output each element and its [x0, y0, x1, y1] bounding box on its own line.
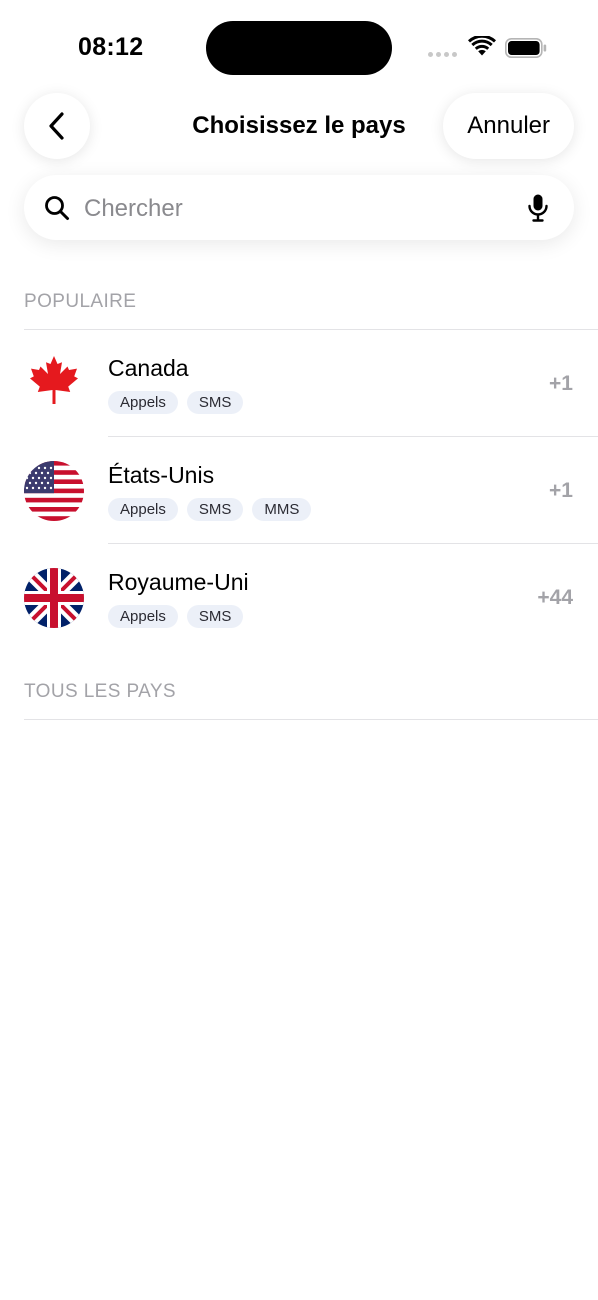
navigation-header: Choisissez le pays Annuler — [0, 93, 598, 159]
search-input[interactable] — [82, 189, 506, 229]
canada-flag-icon — [30, 356, 78, 404]
service-badge: Appels — [108, 391, 178, 414]
service-badge: Appels — [108, 605, 178, 628]
battery-full-icon — [505, 38, 547, 58]
section-header-all-countries: TOUS LES PAYS — [24, 681, 176, 702]
service-badge: SMS — [186, 391, 244, 414]
service-badge: SMS — [186, 605, 244, 628]
dynamic-island — [206, 21, 392, 75]
country-name: Royaume-Uni — [108, 569, 249, 595]
magnifier-icon — [45, 196, 69, 220]
service-badges: Appels SMS — [108, 605, 244, 628]
dial-code: +1 — [549, 372, 573, 395]
country-row-canada[interactable]: Canada Appels SMS +1 — [0, 330, 598, 437]
dial-code: +1 — [549, 479, 573, 502]
status-bar: 08:12 — [0, 0, 598, 90]
signal-dots-icon — [428, 52, 457, 57]
uk-flag-icon — [24, 568, 84, 628]
section-header-popular: POPULAIRE — [24, 291, 137, 312]
status-time: 08:12 — [78, 33, 144, 61]
wifi-icon — [468, 36, 496, 56]
service-badge: Appels — [108, 498, 178, 521]
service-badges: Appels SMS — [108, 391, 244, 414]
country-row-usa[interactable]: États-Unis Appels SMS MMS +1 — [0, 437, 598, 544]
country-picker-screen: 08:12 Choisissez le pays Annuler Cherche… — [0, 0, 598, 1300]
dial-code: +44 — [537, 586, 573, 609]
country-name: Canada — [108, 355, 189, 381]
cancel-button[interactable]: Annuler — [443, 93, 574, 159]
service-badge: MMS — [252, 498, 312, 521]
country-name: États-Unis — [108, 462, 215, 488]
divider — [24, 719, 598, 720]
country-row-uk[interactable]: Royaume-Uni Appels SMS +44 — [0, 544, 598, 651]
search-bar[interactable] — [24, 175, 574, 240]
microphone-icon[interactable] — [527, 193, 549, 223]
service-badge: SMS — [186, 498, 244, 521]
service-badges: Appels SMS MMS — [108, 498, 312, 521]
usa-flag-icon — [24, 461, 84, 521]
